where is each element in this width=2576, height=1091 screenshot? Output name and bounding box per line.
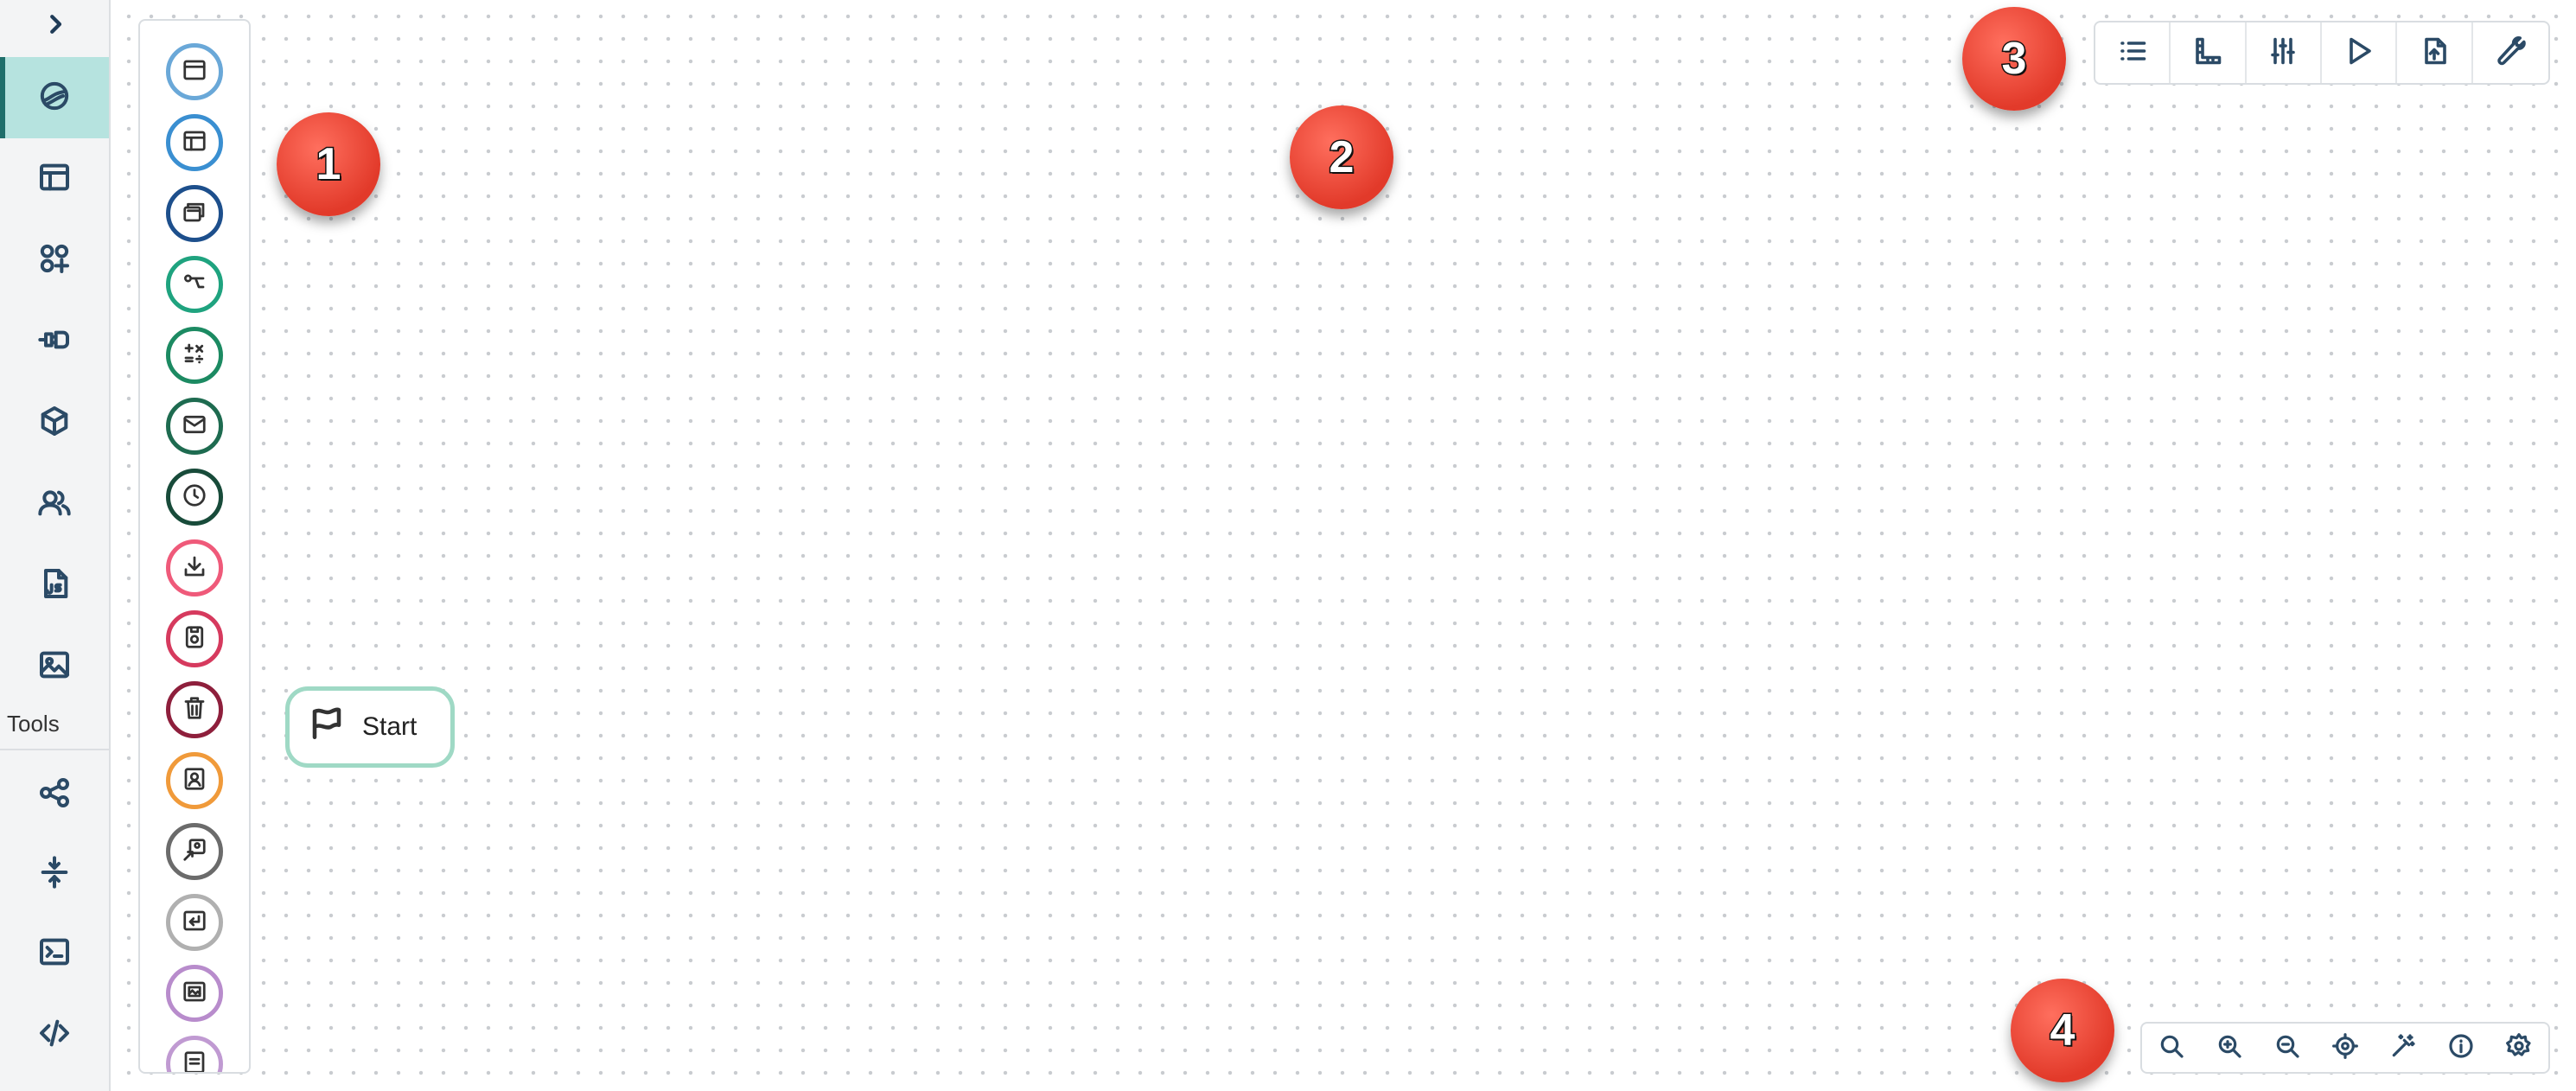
mail-icon <box>182 412 207 441</box>
cards-icon <box>182 199 207 228</box>
element-palette <box>138 19 251 1074</box>
compress-icon <box>37 855 72 893</box>
palette-user-task-element[interactable] <box>166 823 223 880</box>
palette-branch-element[interactable] <box>166 256 223 313</box>
palette-email-element[interactable] <box>166 398 223 455</box>
code-icon <box>37 1016 72 1054</box>
search-icon <box>2158 1032 2185 1063</box>
calculator-icon <box>182 341 207 370</box>
nav-item-process-designer[interactable] <box>0 57 109 138</box>
wrench-icon <box>2495 35 2527 70</box>
return-icon <box>182 908 207 937</box>
auto-layout-button[interactable] <box>2375 1024 2433 1072</box>
process-designer-icon <box>37 79 72 117</box>
settings-wrench-button[interactable] <box>2473 22 2548 83</box>
tools-section-label: Tools <box>7 711 60 737</box>
zoom-in-icon <box>2216 1032 2243 1063</box>
save-icon <box>182 624 207 654</box>
info-button[interactable] <box>2433 1024 2490 1072</box>
trash-icon <box>182 695 207 724</box>
palette-return-element[interactable] <box>166 894 223 951</box>
nav-item-images[interactable] <box>0 626 109 707</box>
export-icon <box>2419 35 2450 70</box>
list-icon <box>2117 35 2148 70</box>
nav-item-compress[interactable] <box>0 833 109 915</box>
list-button[interactable] <box>2095 22 2171 83</box>
export-button[interactable] <box>2397 22 2473 83</box>
run-button[interactable] <box>2322 22 2398 83</box>
palette-gallery-element[interactable] <box>166 965 223 1022</box>
palette-document-element[interactable] <box>166 1036 223 1072</box>
locate-icon <box>2331 1032 2359 1063</box>
top-toolbar <box>2094 21 2550 85</box>
palette-save-element[interactable] <box>166 610 223 667</box>
settings-icon <box>2505 1032 2533 1063</box>
start-node-label: Start <box>362 712 418 741</box>
nav-item-components[interactable] <box>0 220 109 301</box>
components-icon <box>37 241 72 279</box>
nav-item-scripts[interactable] <box>0 545 109 626</box>
palette-calculate-element[interactable] <box>166 327 223 384</box>
play-icon <box>2343 35 2375 70</box>
flag-icon <box>309 705 345 749</box>
sliders-icon <box>2267 35 2299 70</box>
layout-icon <box>182 128 207 157</box>
user-task-icon <box>182 837 207 866</box>
nav-item-packages[interactable] <box>0 382 109 463</box>
palette-contact-element[interactable] <box>166 752 223 809</box>
share-icon <box>37 775 72 813</box>
zoom-in-button[interactable] <box>2200 1024 2258 1072</box>
image-icon <box>37 648 72 686</box>
nav-item-share[interactable] <box>0 754 109 835</box>
search-button[interactable] <box>2142 1024 2200 1072</box>
contact-card-icon <box>182 766 207 795</box>
callout-1: 1 <box>277 112 380 216</box>
package-icon <box>37 404 72 442</box>
clock-icon <box>182 482 207 512</box>
bottom-zoom-toolbar <box>2140 1022 2550 1074</box>
nav-item-plugins[interactable] <box>0 301 109 382</box>
nav-item-users[interactable] <box>0 463 109 545</box>
js-file-icon <box>37 566 72 604</box>
window-icon <box>182 57 207 86</box>
users-icon <box>37 485 72 523</box>
download-icon <box>182 553 207 583</box>
rail-divider <box>0 749 109 750</box>
settings-button[interactable] <box>2490 1024 2548 1072</box>
magic-wand-icon <box>2389 1032 2417 1063</box>
ruler-button[interactable] <box>2171 22 2247 83</box>
start-node[interactable]: Start <box>285 686 455 768</box>
expand-chevron-icon[interactable] <box>35 7 76 41</box>
palette-download-element[interactable] <box>166 539 223 597</box>
info-icon <box>2447 1032 2475 1063</box>
callout-2: 2 <box>1290 105 1393 209</box>
palette-layout-element[interactable] <box>166 114 223 171</box>
palette-delete-element[interactable] <box>166 681 223 738</box>
nav-item-layout[interactable] <box>0 138 109 220</box>
palette-timer-element[interactable] <box>166 469 223 526</box>
center-button[interactable] <box>2316 1024 2374 1072</box>
zoom-out-icon <box>2273 1032 2301 1063</box>
gallery-icon <box>182 979 207 1008</box>
callout-3: 3 <box>1962 7 2066 111</box>
properties-button[interactable] <box>2247 22 2322 83</box>
nav-item-terminal[interactable] <box>0 913 109 994</box>
terminal-icon <box>37 935 72 973</box>
document-icon <box>182 1050 207 1072</box>
left-nav-rail: Tools <box>0 0 111 1091</box>
callout-4: 4 <box>2011 979 2114 1082</box>
ruler-icon <box>2192 35 2223 70</box>
nav-item-code[interactable] <box>0 994 109 1075</box>
plugin-icon <box>37 322 72 360</box>
branch-icon <box>182 270 207 299</box>
palette-window-element[interactable] <box>166 43 223 100</box>
palette-cards-element[interactable] <box>166 185 223 242</box>
zoom-out-button[interactable] <box>2258 1024 2316 1072</box>
layout-icon <box>37 160 72 198</box>
